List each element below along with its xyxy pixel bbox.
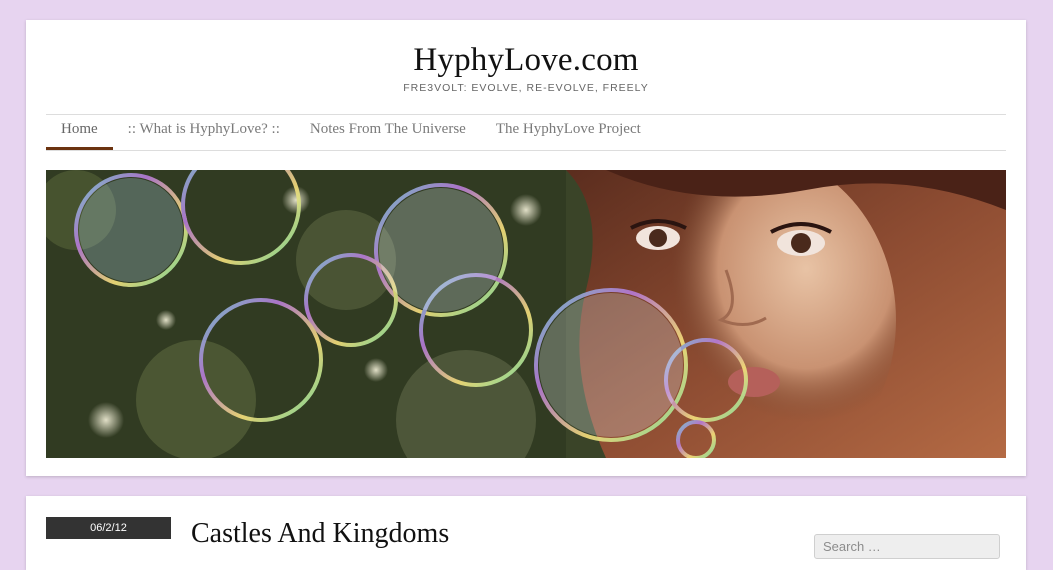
- site-header: HyphyLove.com FRE3VOLT: EVOLVE, RE-EVOLV…: [26, 20, 1026, 476]
- nav-item-what-is-hyphylove[interactable]: :: What is HyphyLove? ::: [113, 115, 295, 150]
- nav-item-notes-from-the-universe[interactable]: Notes From The Universe: [295, 115, 481, 150]
- site-tagline: FRE3VOLT: EVOLVE, RE-EVOLVE, FREELY: [403, 82, 649, 94]
- main-navigation: Home :: What is HyphyLove? :: Notes From…: [46, 114, 1006, 151]
- main-content: 06/2/12 Castles And Kingdoms: [26, 496, 1026, 570]
- bubbles-photo: [46, 170, 1006, 458]
- post-date-badge: 06/2/12: [46, 517, 171, 539]
- nav-item-hyphylove-project[interactable]: The HyphyLove Project: [481, 115, 656, 150]
- search-input[interactable]: [814, 534, 1000, 559]
- post-title[interactable]: Castles And Kingdoms: [191, 514, 449, 554]
- nav-item-home[interactable]: Home: [46, 115, 113, 150]
- header-banner-image: [46, 170, 1006, 458]
- site-title[interactable]: HyphyLove.com: [26, 40, 1026, 80]
